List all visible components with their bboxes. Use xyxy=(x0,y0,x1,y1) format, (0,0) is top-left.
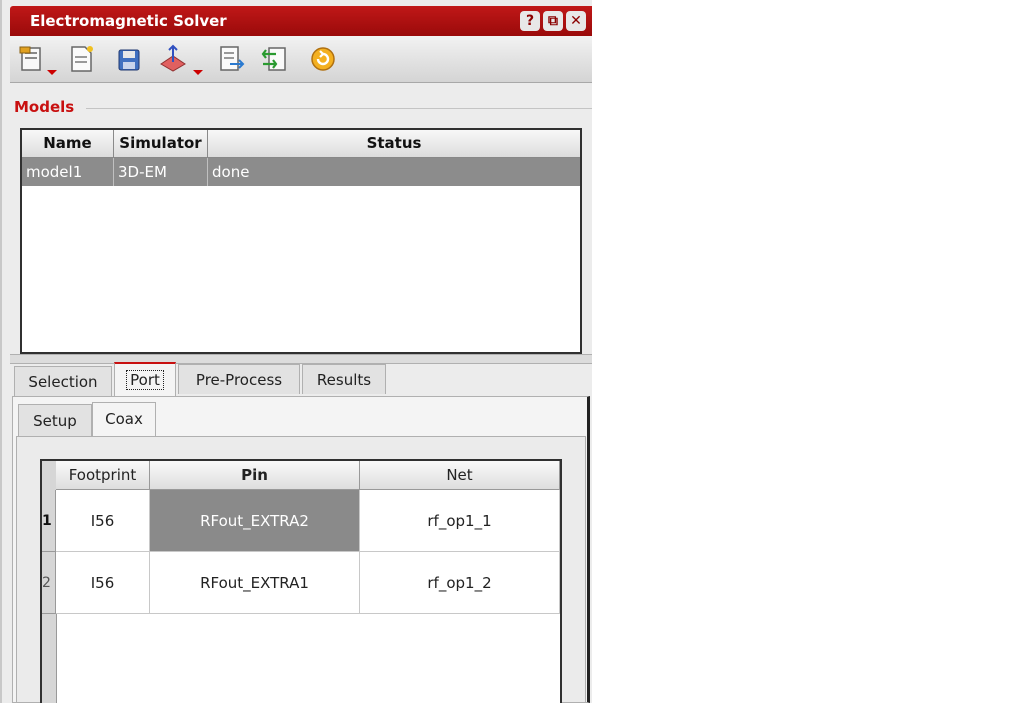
title-bar[interactable]: Electromagnetic Solver ? ⧉ ✕ xyxy=(10,6,592,36)
column-header-net[interactable]: Net xyxy=(360,461,560,490)
grid-corner[interactable] xyxy=(42,461,57,491)
net-cell[interactable]: rf_op1_1 xyxy=(360,490,560,552)
window-title: Electromagnetic Solver xyxy=(30,12,227,30)
help-button[interactable]: ? xyxy=(520,11,540,31)
refresh-icon[interactable] xyxy=(308,44,338,74)
tab-coax-label: Coax xyxy=(105,410,143,428)
tab-setup-label: Setup xyxy=(33,412,77,430)
restore-button[interactable]: ⧉ xyxy=(543,11,563,31)
model-name-cell: model1 xyxy=(22,158,114,186)
model-simulator-cell: 3D-EM xyxy=(114,158,208,186)
tab-pre-process[interactable]: Pre-Process xyxy=(178,364,300,394)
transform-dropdown-icon[interactable] xyxy=(193,70,203,75)
tab-setup[interactable]: Setup xyxy=(18,404,92,436)
pin-cell[interactable]: RFout_EXTRA1 xyxy=(150,552,360,614)
model-row[interactable]: model1 3D-EM done xyxy=(22,158,580,186)
tab-port-label: Port xyxy=(126,370,164,390)
tab-results[interactable]: Results xyxy=(302,364,386,394)
tab-selection[interactable]: Selection xyxy=(14,366,112,396)
tab-coax[interactable]: Coax xyxy=(92,402,156,436)
properties-dropdown-icon[interactable] xyxy=(47,70,57,75)
tab-pre-process-label: Pre-Process xyxy=(195,371,283,389)
electromagnetic-solver-panel: Electromagnetic Solver ? ⧉ ✕ Models Name… xyxy=(0,0,592,703)
transform-icon[interactable] xyxy=(158,44,188,74)
toolbar xyxy=(10,36,592,83)
models-table: Name Simulator Status model1 3D-EM done xyxy=(20,128,582,354)
section-divider xyxy=(86,108,592,109)
column-header-footprint[interactable]: Footprint xyxy=(56,461,150,490)
model-status-cell: done xyxy=(212,163,250,181)
footprint-cell[interactable]: I56 xyxy=(56,552,150,614)
save-icon[interactable] xyxy=(114,44,144,74)
import-icon[interactable] xyxy=(260,44,290,74)
row-header[interactable]: 2 xyxy=(42,552,56,614)
panel-splitter[interactable] xyxy=(10,354,592,364)
row-header-filler xyxy=(42,614,57,703)
tab-port[interactable]: Port xyxy=(114,362,176,396)
models-section-title: Models xyxy=(14,98,75,116)
column-header-pin[interactable]: Pin xyxy=(150,461,360,490)
column-header-simulator[interactable]: Simulator xyxy=(114,130,208,157)
tab-results-label: Results xyxy=(316,371,372,389)
tab-selection-label: Selection xyxy=(28,373,98,391)
column-header-status[interactable]: Status xyxy=(208,130,580,157)
pin-cell[interactable]: RFout_EXTRA2 xyxy=(150,490,360,552)
properties-icon[interactable] xyxy=(18,44,48,74)
close-button[interactable]: ✕ xyxy=(566,11,586,31)
row-header[interactable]: 1 xyxy=(42,490,56,552)
net-cell[interactable]: rf_op1_2 xyxy=(360,552,560,614)
column-header-name[interactable]: Name xyxy=(22,130,114,157)
new-document-icon[interactable] xyxy=(66,44,96,74)
footprint-cell[interactable]: I56 xyxy=(56,490,150,552)
export-icon[interactable] xyxy=(216,44,246,74)
models-table-header: Name Simulator Status xyxy=(22,130,580,158)
port-grid: Footprint Pin Net 1 I56 RFout_EXTRA2 rf_… xyxy=(40,459,562,703)
